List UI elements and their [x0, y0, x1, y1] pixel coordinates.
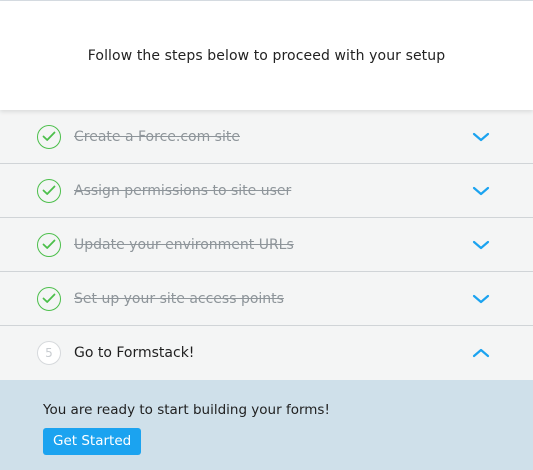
- chevron-up-icon[interactable]: [472, 347, 490, 359]
- chevron-down-icon[interactable]: [472, 185, 490, 197]
- step-number: 5: [45, 346, 53, 360]
- step-label: Create a Force.com site: [74, 128, 240, 145]
- step-go-to-formstack[interactable]: 5 Go to Formstack!: [0, 326, 533, 380]
- step-expanded-panel: You are ready to start building your for…: [0, 380, 533, 470]
- setup-header: Follow the steps below to proceed with y…: [0, 1, 533, 110]
- checkmark-circle-icon: [37, 286, 61, 311]
- step-number-badge: 5: [37, 341, 61, 365]
- step-label: Assign permissions to site user: [74, 182, 292, 199]
- checkmark-circle-icon: [37, 178, 61, 203]
- step-label: Go to Formstack!: [74, 345, 195, 361]
- get-started-button[interactable]: Get Started: [43, 428, 142, 455]
- setup-instruction: Follow the steps below to proceed with y…: [87, 47, 446, 64]
- step-create-force-site[interactable]: Create a Force.com site: [0, 110, 533, 164]
- step-label: Set up your site access points: [74, 290, 284, 307]
- chevron-down-icon[interactable]: [472, 239, 490, 251]
- checkmark-circle-icon: [37, 124, 61, 149]
- chevron-down-icon[interactable]: [472, 293, 490, 305]
- step-assign-permissions[interactable]: Assign permissions to site user: [0, 164, 533, 218]
- setup-steps-accordion: Create a Force.com site Assign permissio…: [0, 110, 533, 380]
- chevron-down-icon[interactable]: [472, 131, 490, 143]
- ready-message: You are ready to start building your for…: [43, 402, 330, 418]
- step-site-access-points[interactable]: Set up your site access points: [0, 272, 533, 326]
- step-label: Update your environment URLs: [74, 236, 294, 253]
- checkmark-circle-icon: [37, 232, 61, 257]
- step-update-environment-urls[interactable]: Update your environment URLs: [0, 218, 533, 272]
